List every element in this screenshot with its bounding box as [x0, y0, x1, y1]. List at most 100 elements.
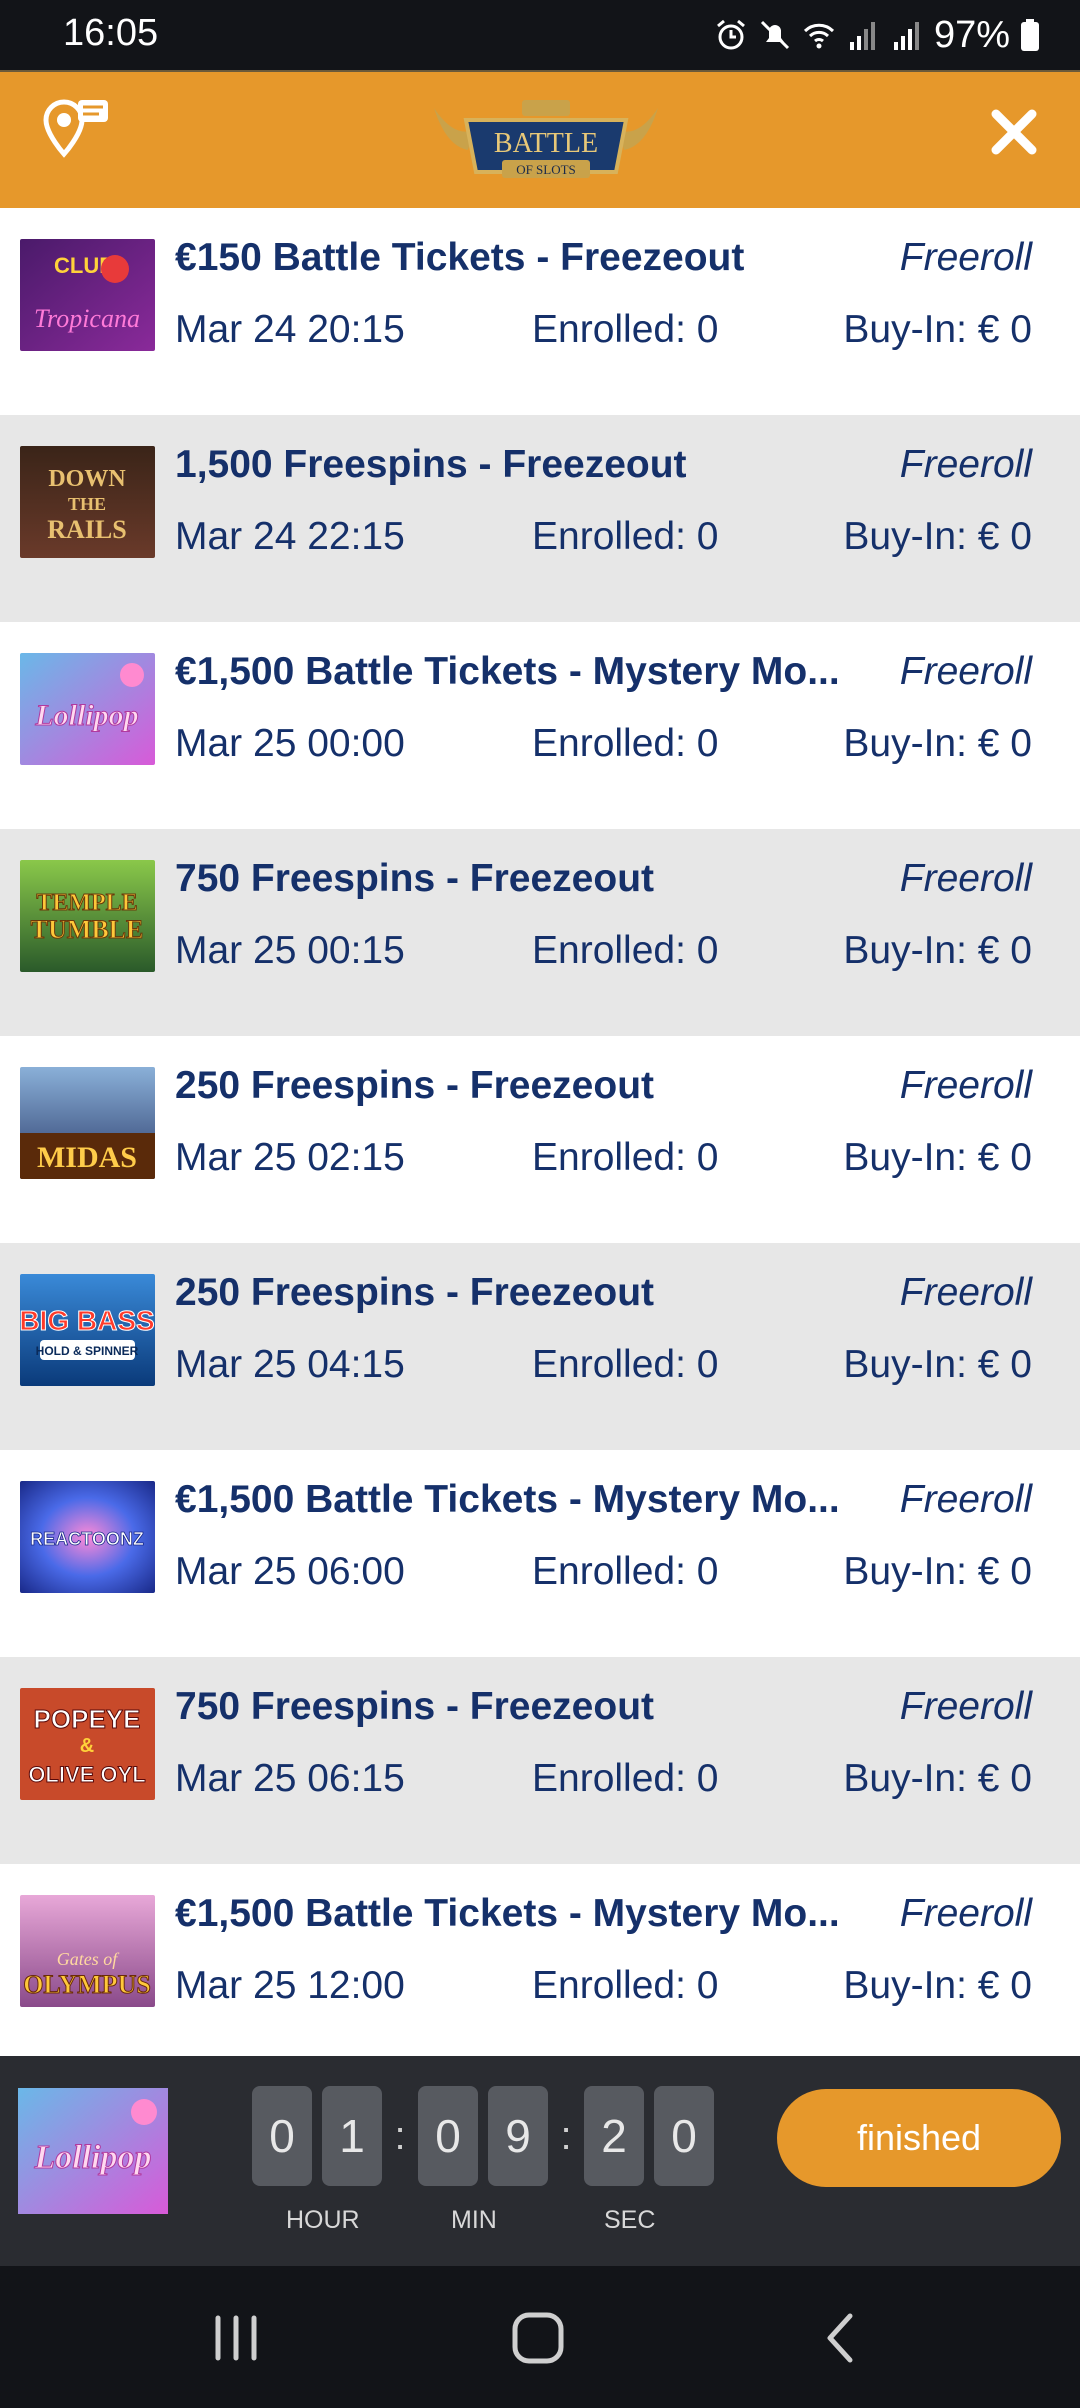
tournament-enrolled: Enrolled: 0 — [532, 1964, 719, 2007]
separator: : — [394, 2113, 406, 2158]
tournament-date: Mar 24 20:15 — [175, 308, 405, 351]
hour-digit: 1 — [322, 2086, 382, 2186]
sec-digit: 2 — [584, 2086, 644, 2186]
tournament-enrolled: Enrolled: 0 — [532, 308, 719, 351]
tournament-enrolled: Enrolled: 0 — [532, 722, 719, 765]
svg-text:OLYMPUS: OLYMPUS — [23, 1970, 151, 1999]
game-thumbnail: Lollipop — [20, 653, 155, 765]
logo-text-line1: BATTLE — [494, 128, 598, 159]
tournament-title: €150 Battle Tickets - Freezeout — [175, 236, 745, 279]
sec-label: SEC — [604, 2206, 656, 2234]
lobby-location-icon[interactable] — [38, 94, 112, 168]
tournament-title: €1,500 Battle Tickets - Mystery Mo... — [175, 1892, 840, 1935]
tournament-row[interactable]: BIG BASS HOLD & SPINNER 250 Freespins - … — [0, 1243, 1080, 1450]
hour-label: HOUR — [286, 2206, 360, 2234]
status-time: 16:05 — [63, 12, 159, 54]
battle-of-slots-logo: BATTLE OF SLOTS — [434, 100, 658, 178]
game-thumbnail: BIG BASS HOLD & SPINNER — [20, 1274, 155, 1386]
game-thumbnail: REACTOONZ — [20, 1481, 155, 1593]
svg-text:&: & — [80, 1735, 94, 1757]
recents-icon[interactable] — [204, 2306, 268, 2370]
tournament-type: Freeroll — [899, 1478, 1032, 1521]
tournament-type: Freeroll — [899, 650, 1032, 693]
tournament-date: Mar 25 00:00 — [175, 722, 405, 765]
current-game-thumbnail[interactable]: Lollipop — [18, 2088, 168, 2214]
svg-text:POPEYE: POPEYE — [34, 1704, 141, 1734]
tournament-buyin: Buy-In: € 0 — [843, 1343, 1032, 1386]
tournament-buyin: Buy-In: € 0 — [843, 722, 1032, 765]
tournament-date: Mar 25 06:00 — [175, 1550, 405, 1593]
app-header: BATTLE OF SLOTS — [0, 70, 1080, 208]
tournament-title: 750 Freespins - Freezeout — [175, 1685, 655, 1728]
tournament-title: 750 Freespins - Freezeout — [175, 857, 655, 900]
finished-button[interactable]: finished — [777, 2089, 1061, 2187]
mute-icon — [760, 20, 789, 50]
tournament-type: Freeroll — [899, 1271, 1032, 1314]
svg-text:HOLD & SPINNER: HOLD & SPINNER — [36, 1344, 139, 1358]
tournament-row[interactable]: MIDAS 250 Freespins - Freezeout Freeroll… — [0, 1036, 1080, 1243]
tournament-enrolled: Enrolled: 0 — [532, 1343, 719, 1386]
tournament-row[interactable]: Gates of OLYMPUS €1,500 Battle Tickets -… — [0, 1864, 1080, 2071]
tournament-type: Freeroll — [899, 857, 1032, 900]
status-bar: 16:05 97% — [0, 0, 1080, 70]
logo-text-line2: OF SLOTS — [516, 162, 576, 177]
wifi-icon — [803, 23, 834, 49]
home-icon[interactable] — [506, 2306, 570, 2370]
signal-icon — [849, 22, 875, 50]
tournament-buyin: Buy-In: € 0 — [843, 929, 1032, 972]
min-digit: 9 — [488, 2086, 548, 2186]
tournament-row[interactable]: REACTOONZ €1,500 Battle Tickets - Myster… — [0, 1450, 1080, 1657]
tournament-enrolled: Enrolled: 0 — [532, 929, 719, 972]
tournament-type: Freeroll — [899, 1892, 1032, 1935]
tournament-row[interactable]: POPEYE & OLIVE OYL 750 Freespins - Freez… — [0, 1657, 1080, 1864]
tournament-buyin: Buy-In: € 0 — [843, 515, 1032, 558]
tournament-type: Freeroll — [899, 443, 1032, 486]
back-icon[interactable] — [810, 2306, 874, 2370]
tournament-row[interactable]: Lollipop €1,500 Battle Tickets - Mystery… — [0, 622, 1080, 829]
tournament-enrolled: Enrolled: 0 — [532, 1136, 719, 1179]
svg-text:REACTOONZ: REACTOONZ — [30, 1529, 144, 1549]
game-thumbnail: DOWN THE RAILS — [20, 446, 155, 558]
sec-digit: 0 — [654, 2086, 714, 2186]
tournament-buyin: Buy-In: € 0 — [843, 308, 1032, 351]
svg-text:Lollipop: Lollipop — [33, 2139, 151, 2176]
tournament-buyin: Buy-In: € 0 — [843, 1964, 1032, 2007]
tournament-title: 1,500 Freespins - Freezeout — [175, 443, 687, 486]
alarm-icon — [716, 19, 745, 50]
svg-text:Lollipop: Lollipop — [34, 699, 138, 732]
tournament-date: Mar 25 02:15 — [175, 1136, 405, 1179]
system-nav-bar — [0, 2266, 1080, 2408]
tournament-enrolled: Enrolled: 0 — [532, 515, 719, 558]
status-icons: 97% — [714, 10, 1040, 60]
tournament-row[interactable]: DOWN THE RAILS 1,500 Freespins - Freezeo… — [0, 415, 1080, 622]
tournament-date: Mar 25 00:15 — [175, 929, 405, 972]
svg-text:RAILS: RAILS — [47, 515, 126, 544]
tournament-title: €1,500 Battle Tickets - Mystery Mo... — [175, 1478, 840, 1521]
min-digit: 0 — [418, 2086, 478, 2186]
game-thumbnail: CLUB Tropicana — [20, 239, 155, 351]
countdown-timer: 0 1 : 0 9 : 2 0 — [252, 2086, 724, 2186]
countdown-bar: Lollipop 0 1 : 0 9 : 2 0 HOUR MIN SEC fi… — [0, 2056, 1080, 2266]
min-label: MIN — [451, 2206, 497, 2234]
game-thumbnail: Gates of OLYMPUS — [20, 1895, 155, 2007]
game-thumbnail: POPEYE & OLIVE OYL — [20, 1688, 155, 1800]
tournament-buyin: Buy-In: € 0 — [843, 1550, 1032, 1593]
tournament-row[interactable]: TEMPLE TUMBLE 750 Freespins - Freezeout … — [0, 829, 1080, 1036]
svg-text:TUMBLE: TUMBLE — [31, 915, 144, 944]
svg-text:Gates of: Gates of — [57, 1949, 120, 1969]
tournament-title: 250 Freespins - Freezeout — [175, 1064, 655, 1107]
tournament-date: Mar 24 22:15 — [175, 515, 405, 558]
close-icon[interactable] — [988, 106, 1040, 158]
tournament-buyin: Buy-In: € 0 — [843, 1757, 1032, 1800]
tournament-date: Mar 25 06:15 — [175, 1757, 405, 1800]
svg-text:OLIVE OYL: OLIVE OYL — [28, 1762, 145, 1787]
battery-icon — [1021, 19, 1039, 51]
tournament-title: €1,500 Battle Tickets - Mystery Mo... — [175, 650, 840, 693]
svg-text:TEMPLE: TEMPLE — [36, 890, 137, 916]
tournament-date: Mar 25 12:00 — [175, 1964, 405, 2007]
battery-percent: 97% — [933, 13, 1010, 56]
separator: : — [560, 2113, 572, 2158]
svg-text:BIG BASS: BIG BASS — [20, 1305, 155, 1336]
hour-digit: 0 — [252, 2086, 312, 2186]
tournament-row[interactable]: CLUB Tropicana €150 Battle Tickets - Fre… — [0, 208, 1080, 415]
